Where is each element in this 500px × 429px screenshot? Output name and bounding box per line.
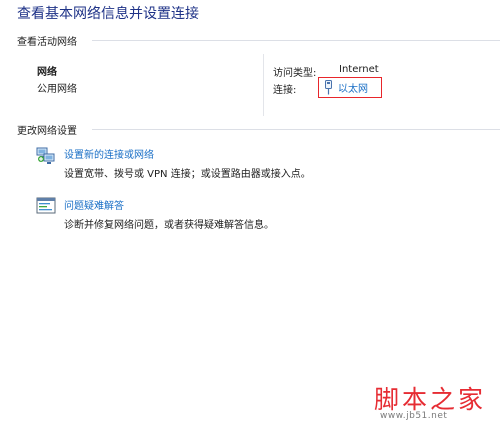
connections-label: 连接: bbox=[273, 85, 297, 96]
troubleshoot-description: 诊断并修复网络问题，或者获得疑难解答信息。 bbox=[64, 220, 274, 231]
troubleshoot-link[interactable]: 问题疑难解答 bbox=[64, 197, 124, 212]
site-watermark: 脚本之家 www.jb51.net bbox=[374, 380, 492, 424]
setup-connection-description: 设置宽带、拨号或 VPN 连接；或设置路由器或接入点。 bbox=[64, 169, 311, 180]
ethernet-icon bbox=[324, 80, 333, 95]
troubleshoot-icon bbox=[36, 196, 56, 216]
network-name: 网络 bbox=[37, 67, 57, 78]
change-settings-header: 更改网络设置 bbox=[17, 126, 77, 137]
network-setup-icon bbox=[36, 145, 56, 165]
access-type-value: Internet bbox=[339, 64, 379, 75]
change-settings-divider bbox=[92, 129, 500, 130]
connection-name: 以太网 bbox=[338, 84, 368, 95]
page-title: 查看基本网络信息并设置连接 bbox=[17, 6, 199, 22]
active-networks-header: 查看活动网络 bbox=[17, 37, 77, 48]
setup-connection-link[interactable]: 设置新的连接或网络 bbox=[64, 146, 154, 161]
ethernet-connection-link[interactable]: 以太网 bbox=[324, 80, 368, 95]
active-networks-divider bbox=[92, 40, 500, 41]
network-type: 公用网络 bbox=[37, 84, 77, 95]
column-divider bbox=[263, 54, 264, 116]
access-type-label: 访问类型: bbox=[273, 68, 317, 79]
watermark-url: www.jb51.net bbox=[380, 411, 448, 421]
